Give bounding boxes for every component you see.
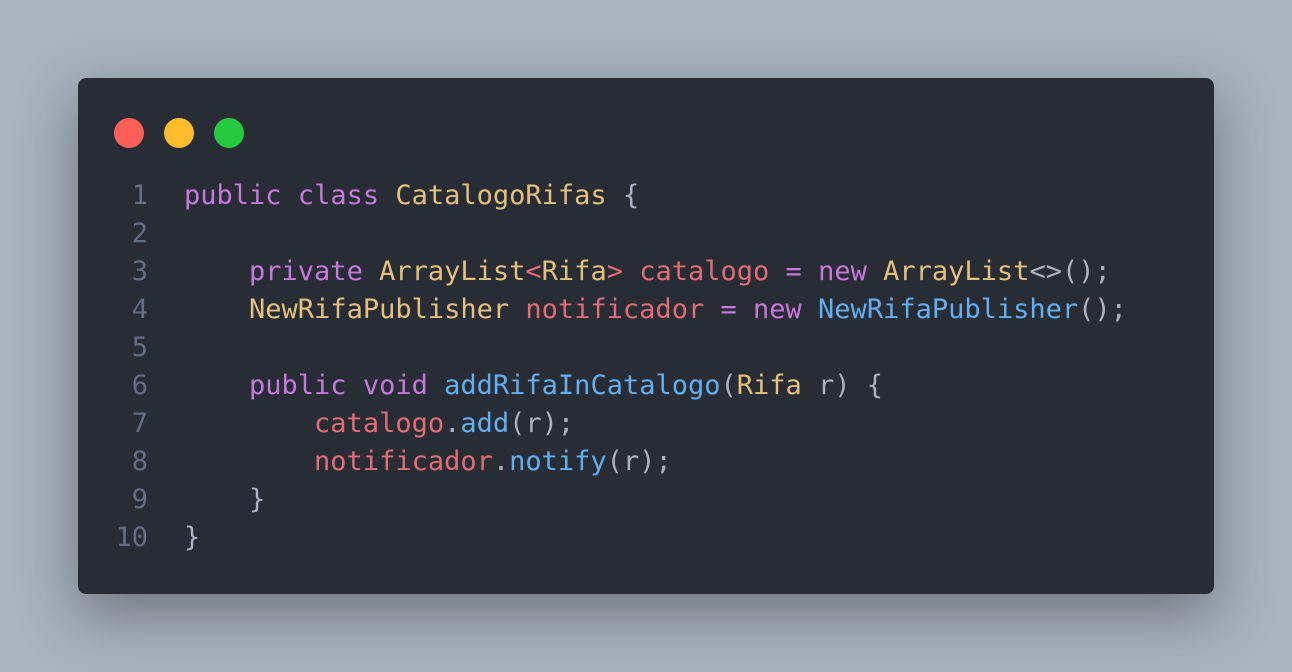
code-token: notificador bbox=[314, 446, 493, 477]
code-token: NewRifaPublisher bbox=[249, 294, 510, 325]
code-line: 3 private ArrayList<Rifa> catalogo = new… bbox=[78, 253, 1127, 291]
code-token: (r); bbox=[606, 446, 672, 477]
code-token: Rifa bbox=[541, 256, 607, 287]
line-number: 8 bbox=[131, 446, 148, 477]
line-number: 9 bbox=[131, 484, 148, 515]
code-token: = bbox=[720, 294, 737, 325]
line-source bbox=[148, 329, 184, 367]
code-token: notificador bbox=[525, 294, 705, 325]
code-token: catalogo bbox=[639, 256, 770, 287]
code-token: new bbox=[753, 294, 802, 325]
line-source: public void addRifaInCatalogo(Rifa r) { bbox=[148, 367, 883, 405]
line-number: 1 bbox=[131, 180, 148, 211]
code-token: notify bbox=[509, 446, 607, 477]
line-number: 6 bbox=[131, 370, 148, 401]
code-editor: 1 public class CatalogoRifas {2 3 private … bbox=[78, 177, 1127, 557]
line-number: 7 bbox=[131, 408, 148, 439]
code-token: CatalogoRifas bbox=[395, 180, 607, 211]
code-token: add bbox=[460, 408, 510, 439]
line-number: 4 bbox=[131, 294, 148, 325]
code-token: > bbox=[606, 256, 623, 287]
code-token: class bbox=[297, 180, 380, 211]
close-button[interactable] bbox=[114, 118, 144, 148]
code-token: (); bbox=[1078, 294, 1127, 325]
code-token: . bbox=[492, 446, 510, 477]
code-token: ArrayList bbox=[379, 256, 526, 287]
window-controls bbox=[114, 118, 244, 148]
code-token: } bbox=[184, 522, 201, 553]
code-window: 1 public class CatalogoRifas {2 3 private … bbox=[78, 78, 1214, 594]
minimize-button[interactable] bbox=[164, 118, 194, 148]
code-line: 2 bbox=[78, 215, 1127, 253]
code-token: = bbox=[785, 256, 802, 287]
line-number: 10 bbox=[115, 522, 148, 553]
code-line: 7 catalogo.add(r); bbox=[78, 405, 1127, 443]
code-token: public bbox=[184, 180, 282, 211]
line-source: NewRifaPublisher notificador = new NewRi… bbox=[148, 291, 1127, 329]
code-token: { bbox=[606, 180, 640, 211]
line-number: 3 bbox=[131, 256, 148, 287]
line-number: 5 bbox=[131, 332, 148, 363]
code-token: ( bbox=[720, 370, 737, 401]
code-token: public bbox=[249, 370, 347, 401]
code-token: r) { bbox=[801, 370, 884, 401]
code-token: ArrayList bbox=[883, 256, 1030, 287]
line-number: 2 bbox=[131, 218, 148, 249]
line-source: public class CatalogoRifas { bbox=[148, 177, 639, 215]
code-token: catalogo bbox=[314, 408, 445, 439]
code-line: 1 public class CatalogoRifas { bbox=[78, 177, 1127, 215]
line-source bbox=[148, 215, 184, 253]
line-source: } bbox=[148, 519, 200, 557]
line-source: notificador.notify(r); bbox=[148, 443, 672, 481]
code-token: (r); bbox=[509, 408, 575, 439]
code-line: 4 NewRifaPublisher notificador = new New… bbox=[78, 291, 1127, 329]
code-token: addRifaInCatalogo bbox=[444, 370, 721, 401]
code-line: 9 } bbox=[78, 481, 1127, 519]
code-token: . bbox=[444, 408, 461, 439]
line-source: } bbox=[148, 481, 265, 519]
code-token: Rifa bbox=[736, 370, 802, 401]
code-token: < bbox=[525, 256, 542, 287]
code-line: 10} bbox=[78, 519, 1127, 557]
code-token: <>(); bbox=[1029, 256, 1111, 287]
maximize-button[interactable] bbox=[214, 118, 244, 148]
code-token: void bbox=[362, 370, 428, 401]
line-source: private ArrayList<Rifa> catalogo = new A… bbox=[148, 253, 1111, 291]
line-source: catalogo.add(r); bbox=[148, 405, 574, 443]
code-token: new bbox=[818, 256, 867, 287]
code-line: 8 notificador.notify(r); bbox=[78, 443, 1127, 481]
code-token: private bbox=[249, 256, 363, 287]
code-line: 5 bbox=[78, 329, 1127, 367]
code-token: } bbox=[184, 484, 266, 515]
code-line: 6 public void addRifaInCatalogo(Rifa r) … bbox=[78, 367, 1127, 405]
code-token: NewRifaPublisher bbox=[818, 294, 1079, 325]
